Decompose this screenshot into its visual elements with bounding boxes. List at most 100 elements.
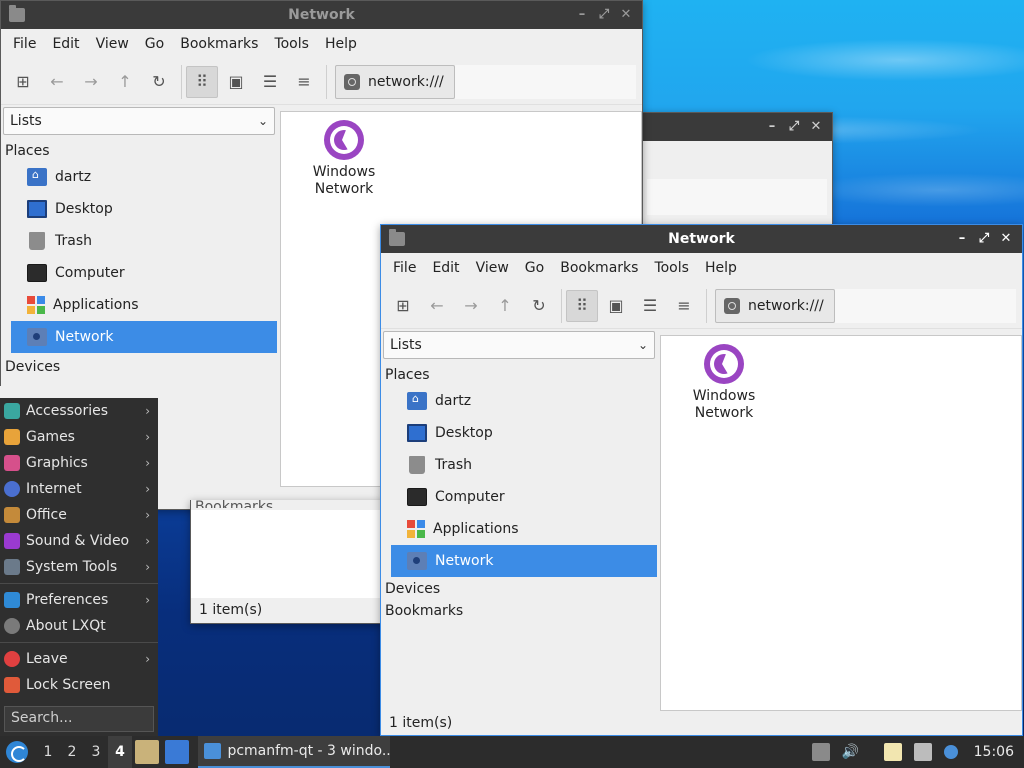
menu-tools[interactable]: Tools xyxy=(266,29,317,59)
menu-go[interactable]: Go xyxy=(137,29,172,59)
menu-item-games[interactable]: Games › xyxy=(0,424,158,450)
sidebar-item-computer[interactable]: Computer xyxy=(391,481,657,513)
thumbnail-view-button[interactable]: ▣ xyxy=(220,66,252,98)
desktop-switch-4[interactable]: 4 xyxy=(108,736,132,768)
window-titlebar[interactable]: Network – ⤢ ✕ xyxy=(381,225,1022,253)
sidebar-item-dartz[interactable]: dartz xyxy=(11,161,277,193)
clock[interactable]: 15:06 xyxy=(974,744,1014,760)
up-button[interactable]: ↑ xyxy=(109,66,141,98)
places-heading[interactable]: Places xyxy=(1,137,277,161)
desktop-switch-3[interactable]: 3 xyxy=(84,736,108,768)
close-icon[interactable]: ✕ xyxy=(998,231,1014,247)
middle-window-content[interactable] xyxy=(191,510,384,598)
sidebar-item-desktop[interactable]: Desktop xyxy=(11,193,277,225)
menu-edit[interactable]: Edit xyxy=(44,29,87,59)
file-manager-window-active[interactable]: Network – ⤢ ✕ File Edit View Go Bookmark… xyxy=(380,224,1023,736)
sidebar-item-desktop[interactable]: Desktop xyxy=(391,417,657,449)
menu-tools[interactable]: Tools xyxy=(646,253,697,283)
maximize-icon[interactable]: ⤢ xyxy=(976,231,992,247)
side-pane-mode-select[interactable]: Lists ⌄ xyxy=(3,107,275,135)
clipboard-icon[interactable] xyxy=(883,743,902,761)
reload-button[interactable]: ↻ xyxy=(143,66,175,98)
menu-item-internet[interactable]: Internet › xyxy=(0,476,158,502)
file-manager-launcher-icon[interactable] xyxy=(135,740,159,764)
devices-heading[interactable]: Devices xyxy=(1,353,277,377)
sidebar-item-network[interactable]: Network xyxy=(391,545,657,577)
icon-view-button[interactable]: ⠿ xyxy=(566,289,598,322)
new-tab-button[interactable]: ⊞ xyxy=(387,290,419,322)
menu-item-office[interactable]: Office › xyxy=(0,502,158,528)
update-notifier-icon[interactable] xyxy=(943,745,958,759)
minimize-icon[interactable]: – xyxy=(764,119,780,135)
compact-view-button[interactable]: ☰ xyxy=(634,290,666,322)
detailed-view-button[interactable]: ≡ xyxy=(668,290,700,322)
file-item-windows-network[interactable]: Windows Network xyxy=(299,120,389,198)
menu-item-accessories[interactable]: Accessories › xyxy=(0,398,158,424)
file-manager-window-middle[interactable]: Bookmarks 1 item(s) xyxy=(190,500,385,624)
minimize-icon[interactable]: – xyxy=(954,231,970,247)
menu-item-graphics[interactable]: Graphics › xyxy=(0,450,158,476)
background-window-3-titlebar[interactable]: – ⤢ ✕ xyxy=(641,113,832,141)
maximize-icon[interactable]: ⤢ xyxy=(596,7,612,23)
menu-view[interactable]: View xyxy=(88,29,137,59)
menu-file[interactable]: File xyxy=(5,29,44,59)
forward-button[interactable]: → xyxy=(455,290,487,322)
sidebar-item-computer[interactable]: Computer xyxy=(11,257,277,289)
menu-go[interactable]: Go xyxy=(517,253,552,283)
menu-file[interactable]: File xyxy=(385,253,424,283)
side-pane-mode-select[interactable]: Lists ⌄ xyxy=(383,331,655,359)
file-view[interactable]: Windows Network xyxy=(660,335,1022,711)
sidebar-item-applications[interactable]: Applications xyxy=(11,289,277,321)
icon-view-button[interactable]: ⠿ xyxy=(186,65,218,98)
back-button[interactable]: ← xyxy=(41,66,73,98)
menu-bookmarks[interactable]: Bookmarks xyxy=(552,253,646,283)
file-item-windows-network[interactable]: Windows Network xyxy=(679,344,769,422)
network-status-icon[interactable] xyxy=(913,743,932,761)
sidebar-item-trash[interactable]: Trash xyxy=(11,225,277,257)
detailed-view-button[interactable]: ≡ xyxy=(288,66,320,98)
bookmarks-heading[interactable]: Bookmarks xyxy=(381,599,657,621)
places-heading[interactable]: Places xyxy=(381,361,657,385)
removable-media-icon[interactable] xyxy=(811,743,830,761)
path-button[interactable]: network:/// xyxy=(715,288,835,323)
volume-icon[interactable]: 🔊 xyxy=(842,743,860,761)
menu-bookmarks[interactable]: Bookmarks xyxy=(172,29,266,59)
menu-help[interactable]: Help xyxy=(697,253,745,283)
sidebar-item-dartz[interactable]: dartz xyxy=(391,385,657,417)
new-tab-button[interactable]: ⊞ xyxy=(7,66,39,98)
path-bar-empty[interactable] xyxy=(454,64,636,99)
menu-view[interactable]: View xyxy=(468,253,517,283)
devices-heading[interactable]: Devices xyxy=(381,577,657,599)
path-bar-empty[interactable] xyxy=(834,288,1016,323)
menu-search-input[interactable]: Search... xyxy=(4,706,154,732)
menu-edit[interactable]: Edit xyxy=(424,253,467,283)
path-button[interactable]: network:/// xyxy=(335,64,455,99)
menu-item-preferences[interactable]: Preferences › xyxy=(0,587,158,613)
taskbar-button-pcmanfm[interactable]: pcmanfm-qt - 3 windo... xyxy=(198,736,390,768)
menu-item-about-lxqt[interactable]: About LXQt xyxy=(0,613,158,639)
sidebar-item-trash[interactable]: Trash xyxy=(391,449,657,481)
minimize-icon[interactable]: – xyxy=(574,7,590,23)
menu-help[interactable]: Help xyxy=(317,29,365,59)
reload-button[interactable]: ↻ xyxy=(523,290,555,322)
back-button[interactable]: ← xyxy=(421,290,453,322)
compact-view-button[interactable]: ☰ xyxy=(254,66,286,98)
background-window-3[interactable]: – ⤢ ✕ xyxy=(640,112,833,226)
maximize-icon[interactable]: ⤢ xyxy=(786,119,802,135)
forward-button[interactable]: → xyxy=(75,66,107,98)
up-button[interactable]: ↑ xyxy=(489,290,521,322)
sidebar-item-applications[interactable]: Applications xyxy=(391,513,657,545)
menu-item-lock-screen[interactable]: Lock Screen xyxy=(0,672,158,698)
close-icon[interactable]: ✕ xyxy=(618,7,634,23)
menu-item-leave[interactable]: Leave › xyxy=(0,646,158,672)
show-desktop-icon[interactable] xyxy=(165,740,189,764)
sidebar-item-network[interactable]: Network xyxy=(11,321,277,353)
menu-item-system-tools[interactable]: System Tools › xyxy=(0,554,158,580)
desktop-switch-1[interactable]: 1 xyxy=(36,736,60,768)
window-titlebar[interactable]: Network – ⤢ ✕ xyxy=(1,1,642,29)
close-icon[interactable]: ✕ xyxy=(808,119,824,135)
thumbnail-view-button[interactable]: ▣ xyxy=(600,290,632,322)
menu-item-sound-video[interactable]: Sound & Video › xyxy=(0,528,158,554)
lxqt-menu-icon[interactable] xyxy=(6,741,28,763)
desktop-switch-2[interactable]: 2 xyxy=(60,736,84,768)
